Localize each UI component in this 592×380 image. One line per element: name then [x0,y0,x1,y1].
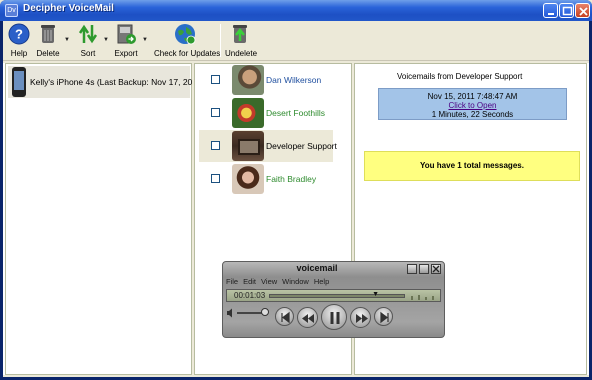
export-icon [117,24,136,44]
player-menu-bar: File Edit View Window Help [226,277,334,286]
globe-icon [175,24,196,45]
help-button[interactable]: ? Help [7,23,31,58]
avatar [232,65,264,95]
playback-time: 00:01:03 [234,291,266,300]
voicemail-duration: 1 Minutes, 22 Seconds [431,110,514,119]
sort-label: Sort [80,49,96,58]
menu-file[interactable]: File [226,277,238,286]
avatar [232,98,264,128]
export-label: Export [114,49,138,58]
maximize-icon [562,6,573,16]
skip-back-icon [281,311,290,324]
delete-label: Delete [36,49,60,58]
export-dropdown-arrow[interactable]: ▼ [142,37,148,43]
contact-name: Developer Support [266,141,337,151]
maximize-button[interactable] [559,3,574,18]
contact-item-selected[interactable]: Developer Support [199,130,337,162]
voicemail-card[interactable]: Nov 15, 2011 7:48:47 AM Click to Open 1 … [378,88,567,120]
contact-name: Dan Wilkerson [266,75,322,85]
total-messages-banner: You have 1 total messages. [364,151,580,181]
menu-view[interactable]: View [261,277,277,286]
contact-item[interactable]: Faith Bradley [199,163,333,195]
delete-button[interactable]: Delete [35,23,61,58]
contact-name: Faith Bradley [266,174,317,184]
skip-forward-button[interactable] [374,307,393,326]
app-window: Dv Decipher VoiceMail ? Help Delete ▼ So… [0,0,592,380]
level-meter-icon [411,295,434,300]
sort-arrows-icon [78,24,98,44]
close-button[interactable] [575,3,590,18]
contact-item[interactable]: Dan Wilkerson [199,64,333,96]
volume-knob[interactable] [261,308,269,316]
sort-dropdown-arrow[interactable]: ▼ [103,37,109,43]
player-display: 00:01:03 ▼ [226,289,441,302]
device-name: Kelly's iPhone 4s (Last Backup: Nov 17, … [30,77,204,87]
device-list-pane: Kelly's iPhone 4s (Last Backup: Nov 17, … [5,63,204,375]
toolbar: ? Help Delete ▼ Sort ▼ Export ▼ Check fo… [3,21,589,61]
iphone-icon [12,67,26,97]
player-title: voicemail [296,263,338,273]
toolbar-separator [220,24,221,57]
menu-window[interactable]: Window [282,277,309,286]
check-updates-button[interactable]: Check for Updates [154,23,221,58]
avatar [232,131,264,161]
scrub-track[interactable] [269,294,405,298]
contact-checkbox[interactable] [211,108,220,117]
app-icon: Dv [5,4,18,17]
minimize-icon [548,13,554,15]
playhead-marker[interactable]: ▼ [372,291,379,298]
contact-name: Desert Foothills [266,108,326,118]
export-button[interactable]: Export [113,23,139,58]
delete-dropdown-arrow[interactable]: ▼ [64,37,70,43]
contact-item[interactable]: Desert Foothills [199,97,333,129]
pause-icon [330,312,340,324]
menu-edit[interactable]: Edit [243,277,256,286]
skip-forward-icon [380,311,389,324]
rewind-button[interactable] [297,307,318,328]
close-icon [579,7,588,16]
trash-icon [41,25,55,43]
volume-control[interactable] [226,308,269,320]
contact-checkbox[interactable] [211,75,220,84]
device-item[interactable]: Kelly's iPhone 4s (Last Backup: Nov 17, … [8,66,204,98]
check-updates-label: Check for Updates [154,49,221,58]
rewind-icon [302,314,314,323]
svg-text:?: ? [15,27,23,42]
voicemail-heading: Voicemails from Developer Support [397,72,523,81]
player-minimize-button[interactable] [407,264,417,274]
help-label: Help [10,49,28,58]
undelete-label: Undelete [225,49,258,58]
media-player-window[interactable]: voicemail File Edit View Window Help 00:01:0… [222,261,445,338]
speaker-icon [227,308,232,318]
player-maximize-button[interactable] [419,264,429,274]
window-title: Decipher VoiceMail [23,3,114,14]
undelete-button[interactable]: Undelete [225,23,258,58]
help-icon: ? [8,23,30,45]
skip-back-button[interactable] [275,307,294,326]
undelete-icon [233,25,247,43]
pause-button[interactable] [321,304,347,330]
fast-forward-button[interactable] [350,307,371,328]
sort-button[interactable]: Sort [75,23,101,58]
menu-help[interactable]: Help [314,277,329,286]
voicemail-date: Nov 15, 2011 7:48:47 AM [427,92,518,101]
close-icon [432,265,440,273]
minimize-button[interactable] [543,3,558,18]
open-voicemail-link[interactable]: Click to Open [379,101,566,110]
fast-forward-icon [356,314,368,323]
contact-checkbox[interactable] [211,141,220,150]
avatar [232,164,264,194]
contact-checkbox[interactable] [211,174,220,183]
player-close-button[interactable] [431,264,441,274]
title-bar[interactable]: Dv Decipher VoiceMail [0,0,592,21]
